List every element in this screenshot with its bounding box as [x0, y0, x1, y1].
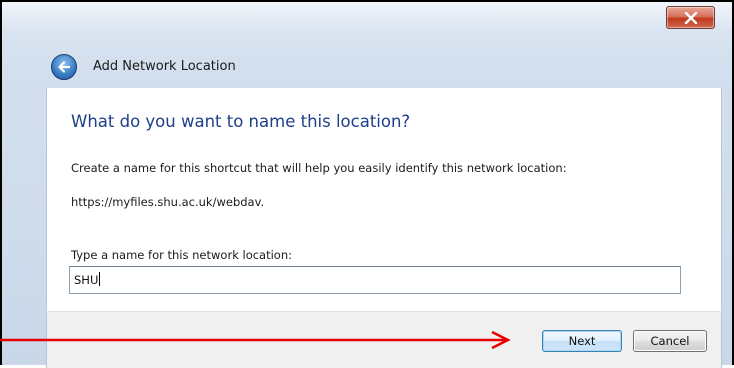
text-caret: [99, 272, 101, 286]
back-arrow-icon: [58, 61, 71, 73]
location-name-value: SHU: [74, 273, 99, 287]
dialog-content: What do you want to name this location? …: [46, 88, 722, 311]
page-heading: What do you want to name this location?: [71, 112, 411, 131]
close-icon: [684, 11, 697, 24]
next-button[interactable]: Next: [542, 330, 622, 352]
back-button[interactable]: [51, 54, 77, 80]
instruction-text: Create a name for this shortcut that wil…: [71, 161, 567, 175]
close-button[interactable]: [666, 6, 715, 29]
location-name-input[interactable]: SHU: [69, 266, 681, 294]
annotation-arrow: [0, 330, 511, 350]
name-field-label: Type a name for this network location:: [71, 248, 293, 262]
network-location-url: https://myfiles.shu.ac.uk/webdav.: [71, 195, 265, 209]
cancel-button[interactable]: Cancel: [633, 330, 707, 352]
dialog-window: Add Network Location What do you want to…: [2, 2, 732, 368]
window-title: Add Network Location: [93, 59, 236, 74]
